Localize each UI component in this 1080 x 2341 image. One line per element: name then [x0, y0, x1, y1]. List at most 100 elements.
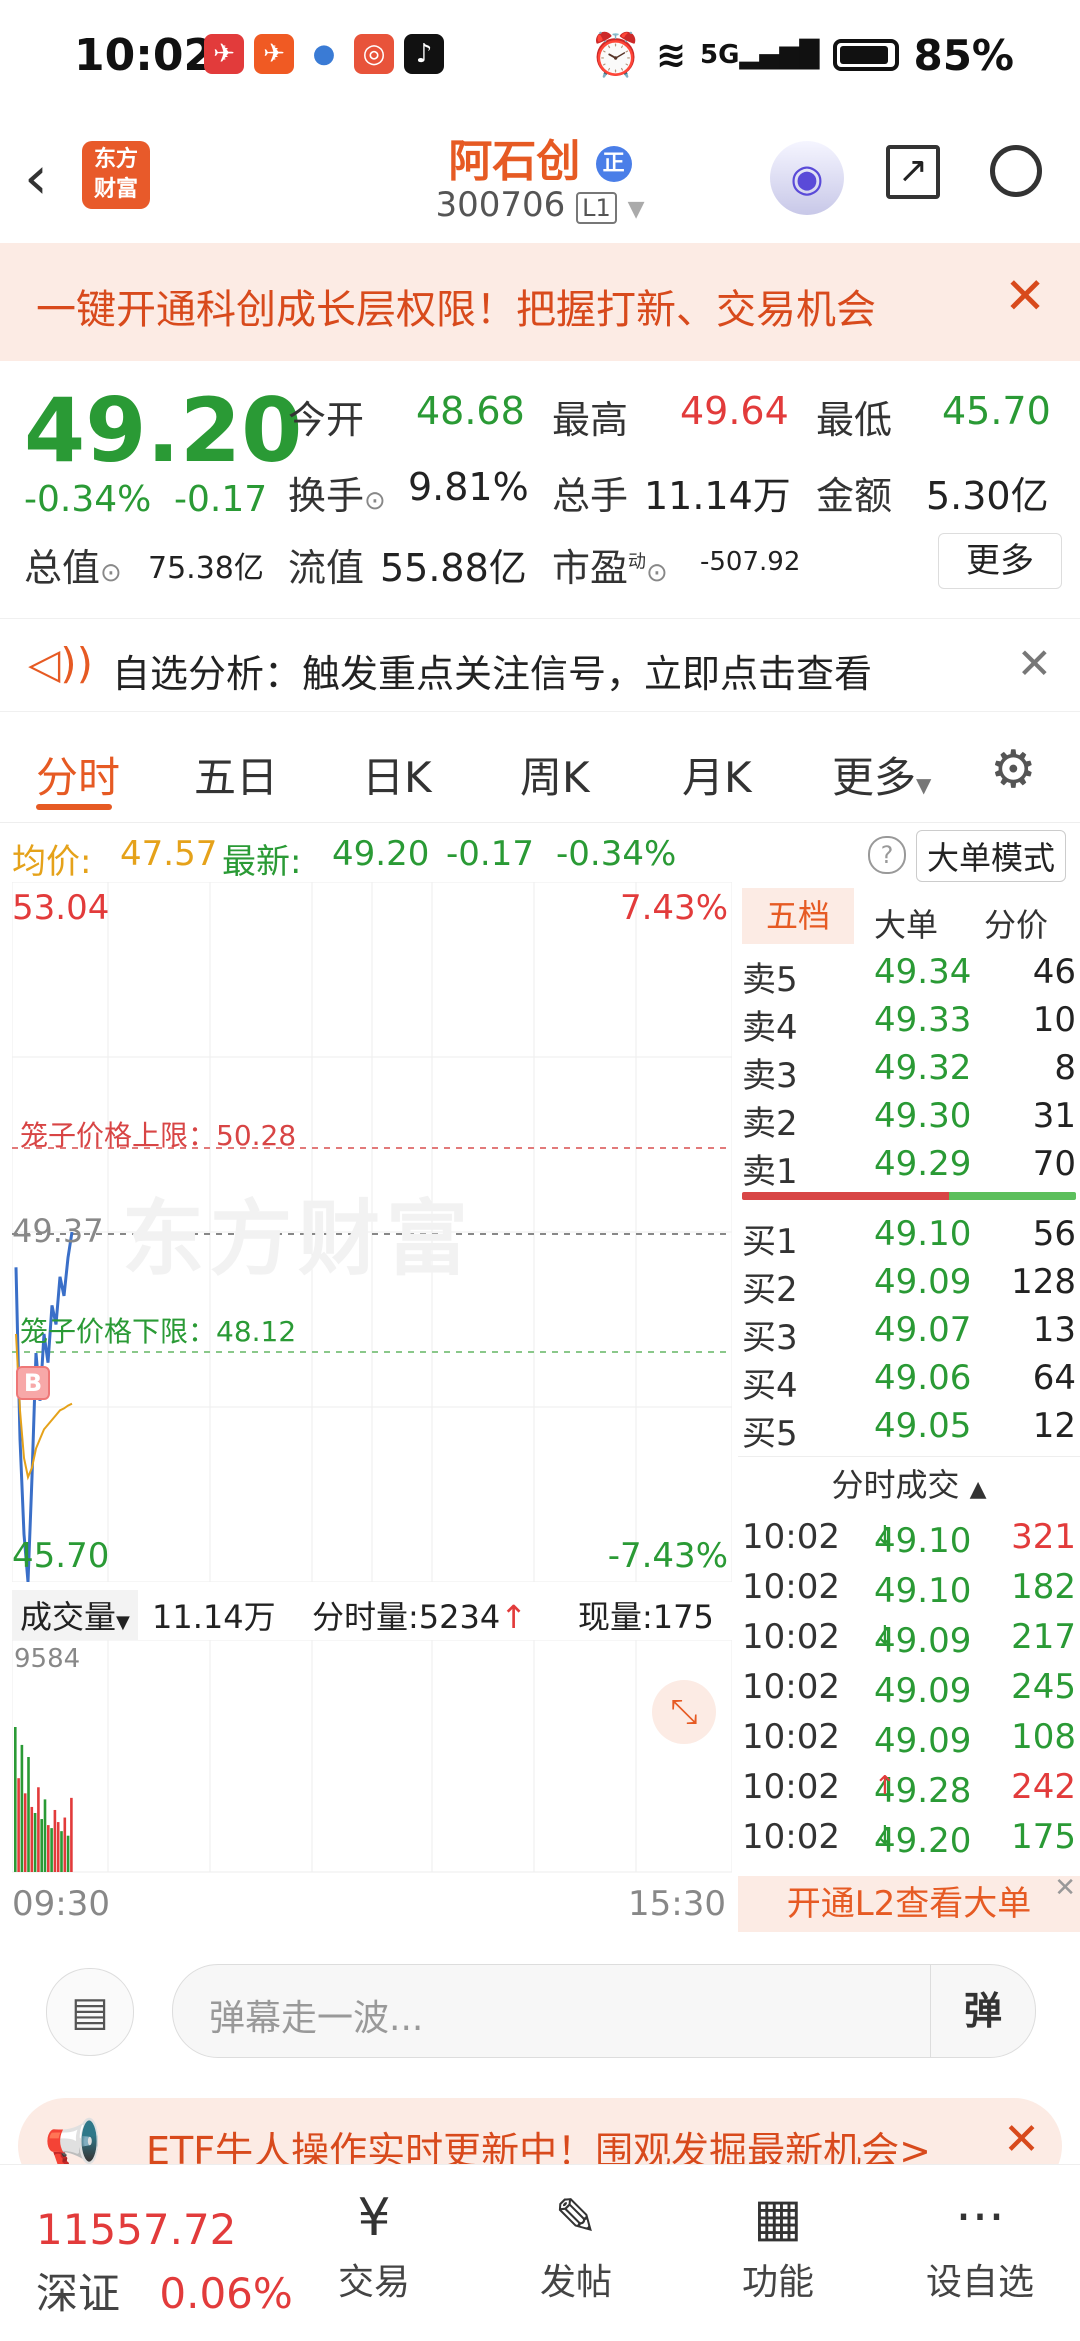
trade-volume: 245 [1011, 1667, 1076, 1707]
current-price-tag: 49.37 [12, 1212, 104, 1250]
sell-level-row[interactable]: 卖4 49.33 10 [738, 996, 1080, 1048]
nav-trade[interactable]: ¥ 交易 [304, 2183, 444, 2305]
latest-value: 49.20 [332, 834, 430, 874]
level-label: 卖1 [742, 1152, 798, 1192]
battery-icon [833, 39, 900, 71]
trade-volume: 242 [1011, 1767, 1076, 1807]
active-tab-indicator [36, 804, 112, 810]
index-widget[interactable]: 11557.72 深证 0.06% [36, 2205, 293, 2321]
stock-badge: 正 [595, 146, 632, 182]
trade-volume: 182 [1011, 1567, 1076, 1607]
triangle-up-icon: ▲ [969, 1477, 987, 1502]
level-price: 49.05 [874, 1406, 972, 1446]
nav-post[interactable]: ✎ 发帖 [506, 2183, 646, 2305]
sell-level-row[interactable]: 卖3 49.32 8 [738, 1044, 1080, 1096]
buy-marker[interactable]: B [16, 1366, 50, 1400]
signal-icon: 5G▂▄▆█ [700, 40, 820, 70]
sell-level-row[interactable]: 卖1 49.29 70 [738, 1140, 1080, 1192]
danmu-send-button[interactable]: 弹 [930, 1965, 1035, 2057]
more-quote-button[interactable]: 更多 [938, 533, 1062, 589]
search-icon[interactable] [990, 145, 1042, 197]
amount-label: 金额 [816, 474, 893, 518]
grid-icon: ▦ [753, 2188, 803, 2248]
open-value: 48.68 [416, 389, 525, 433]
danmu-settings-icon[interactable]: ▤ [46, 1968, 134, 2056]
buy-level-row[interactable]: 买4 49.06 64 [738, 1354, 1080, 1406]
promo-banner[interactable]: 一键开通科创成长层权限！把握打新、交易机会 ✕ [0, 243, 1080, 361]
buy-level-row[interactable]: 买3 49.07 13 [738, 1306, 1080, 1358]
yen-icon: ¥ [357, 2188, 391, 2248]
tab-five-day[interactable]: 五日 [194, 744, 278, 805]
volume-header: 成交量▼ 11.14万 分时量:5234↑ 现量:175 [12, 1586, 732, 1640]
danmu-input[interactable]: 弹幕走一波... 弹 [172, 1964, 1036, 2058]
latest-change-pct: -0.34% [556, 834, 677, 874]
alarm-icon: ⏰ [589, 30, 642, 79]
gear-icon[interactable]: ⚙ [990, 740, 1037, 800]
trade-time: 10:02 [742, 1517, 840, 1557]
level-price: 49.09 [874, 1262, 972, 1302]
level-price: 49.33 [874, 1000, 972, 1040]
volume-chart[interactable]: 9584 ⤡ [11, 1639, 733, 1878]
current-price: 49.20 [24, 379, 303, 482]
trades-title[interactable]: 分时成交 ▲ [738, 1456, 1080, 1513]
buy-level-row[interactable]: 买2 49.09 128 [738, 1258, 1080, 1310]
robot-assistant-icon[interactable]: ◉ [770, 141, 844, 215]
volume-bar [70, 1797, 73, 1872]
notice-text: 自选分析：触发重点关注信号，立即点击查看 [112, 652, 873, 696]
tab-price-distribution[interactable]: 分价 [984, 900, 1048, 946]
volume-selector[interactable]: 成交量▼ [12, 1590, 138, 1640]
speaker-icon: ◁)) [28, 639, 94, 688]
volume-now: 现量:175 [578, 1598, 714, 1636]
high-label: 最高 [552, 398, 629, 442]
latest-change: -0.17 [446, 834, 534, 874]
help-icon[interactable]: ? [868, 836, 906, 874]
open-label: 今开 [288, 398, 365, 442]
level-label: 买1 [742, 1222, 798, 1262]
open-l2-button[interactable]: 开通L2查看大单 ✕ [738, 1873, 1080, 1932]
trade-time: 10:02 [742, 1567, 840, 1607]
sell-level-row[interactable]: 卖2 49.30 31 [738, 1092, 1080, 1144]
level-price: 49.07 [874, 1310, 972, 1350]
tab-more[interactable]: 更多▼ [832, 744, 931, 805]
volume-label: 总手 [552, 474, 629, 518]
tab-monthly-k[interactable]: 月K [682, 744, 752, 805]
low-value: 45.70 [942, 389, 1051, 433]
close-icon[interactable]: ✕ [1003, 2114, 1040, 2165]
turnover-label: 换手⊙ [288, 474, 386, 518]
share-icon[interactable]: ↗ [886, 145, 940, 199]
mktcap-value: 75.38亿 [148, 551, 264, 586]
chevron-down-icon: ▼ [916, 773, 932, 797]
stock-header: ‹ 东方 财富 阿石创 正 300706 L1 ▼ ◉ ↗ [0, 115, 1080, 244]
tab-daily-k[interactable]: 日K [362, 744, 432, 805]
expand-icon[interactable]: ⤡ [652, 1680, 716, 1744]
tab-intraday[interactable]: 分时 [36, 744, 120, 805]
level-price: 49.32 [874, 1048, 972, 1088]
level-volume: 10 [1032, 1000, 1076, 1040]
buy-level-row[interactable]: 买1 49.10 56 [738, 1210, 1080, 1262]
tab-big-orders[interactable]: 大单 [874, 900, 938, 946]
analysis-notice[interactable]: ◁)) 自选分析：触发重点关注信号，立即点击查看 ✕ [0, 618, 1080, 712]
close-icon[interactable]: ✕ [1004, 267, 1046, 325]
big-order-mode-button[interactable]: 大单模式 [916, 830, 1067, 882]
level-price: 49.30 [874, 1096, 972, 1136]
close-icon[interactable]: ✕ [1017, 639, 1052, 688]
trade-row: 10:02 49.20 ↓ 175 [742, 1817, 1076, 1861]
trade-row: 10:02 49.10 ↓ 321 [742, 1517, 1076, 1561]
buy-level-row[interactable]: 买5 49.05 12 [738, 1402, 1080, 1454]
chart-tabs: 分时 五日 日K 周K 月K 更多▼ ⚙ [0, 718, 1080, 823]
level-volume: 31 [1032, 1096, 1076, 1136]
intraday-summary: 均价: 47.57 最新: 49.20 -0.17 -0.34% ? 大单模式 [0, 826, 1080, 882]
level-price: 49.34 [874, 952, 972, 992]
latest-label: 最新: [222, 842, 302, 882]
nav-functions[interactable]: ▦ 功能 [708, 2183, 848, 2305]
index-value: 11557.72 [36, 2205, 237, 2254]
sell-level-row[interactable]: 卖5 49.34 46 [738, 948, 1080, 1000]
nav-add-watchlist[interactable]: ··· 设自选 [910, 2183, 1050, 2305]
tab-five-levels[interactable]: 五档 [742, 888, 854, 944]
level-label: 卖5 [742, 960, 798, 1000]
index-change: 0.06% [159, 2269, 293, 2318]
volume-bar [66, 1835, 70, 1872]
level-badge: L1 [576, 192, 617, 224]
tab-weekly-k[interactable]: 周K [520, 744, 590, 805]
intraday-chart[interactable]: 东方财富 53.04 7.43% 45.70 -7.43% 49.37 笼子价格… [11, 881, 733, 1583]
